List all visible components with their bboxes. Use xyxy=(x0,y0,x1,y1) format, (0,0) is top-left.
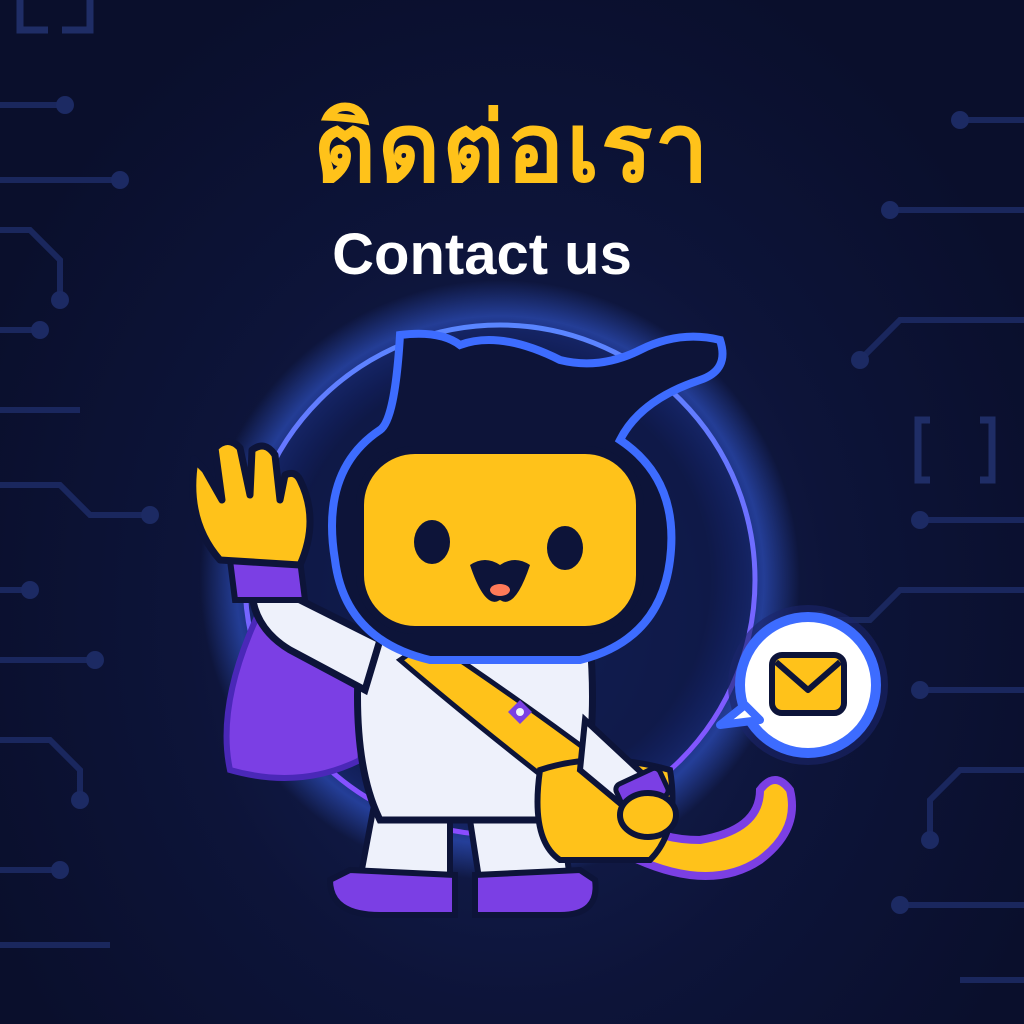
contact-banner: ติดต่อเรา Contact us xyxy=(0,0,1024,1024)
right-eye xyxy=(547,526,583,570)
mail-icon xyxy=(769,652,847,716)
mascot-illustration xyxy=(189,280,888,918)
right-hand xyxy=(617,790,679,840)
left-eye xyxy=(414,520,450,564)
